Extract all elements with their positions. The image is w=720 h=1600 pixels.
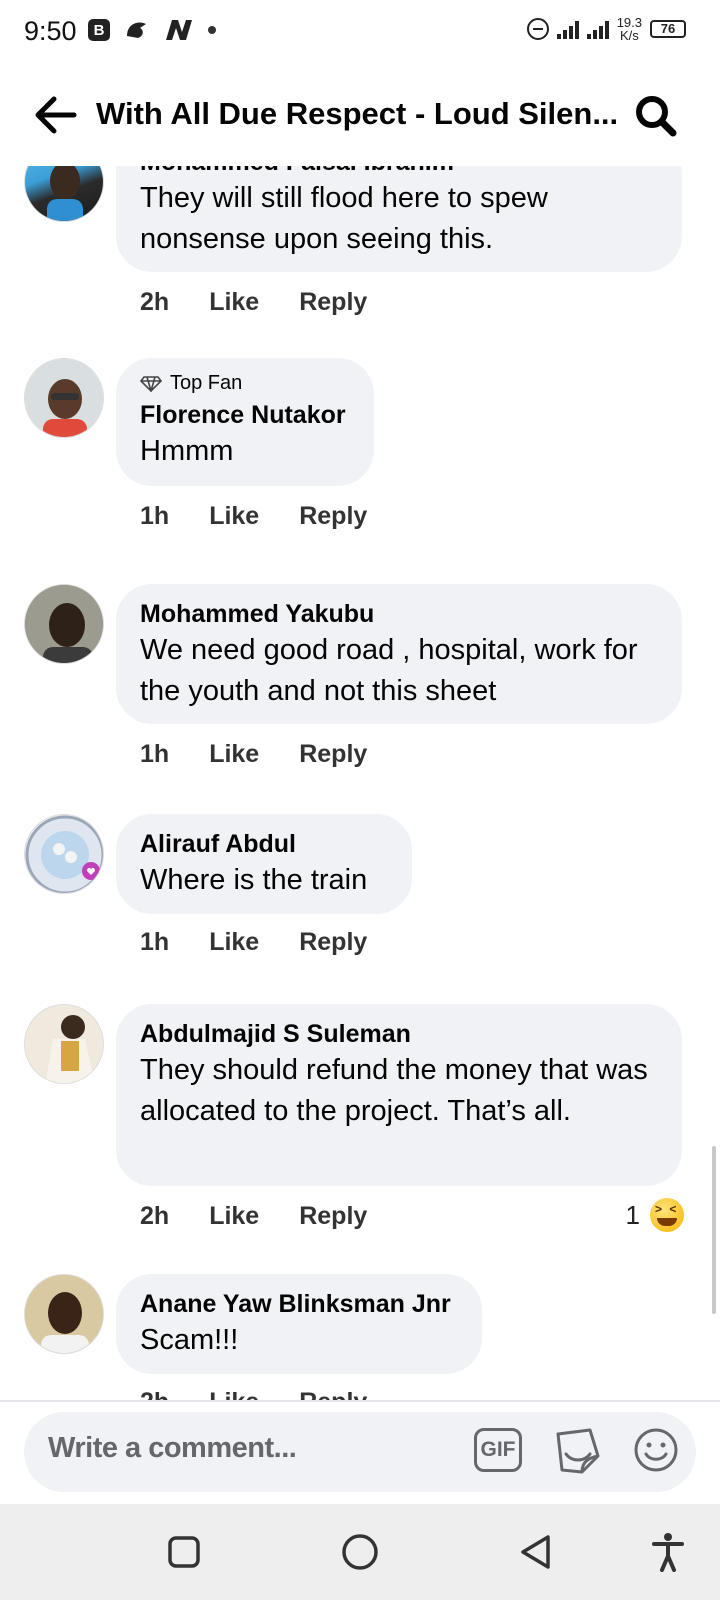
search-icon	[636, 96, 677, 137]
reaction-count: 1	[625, 1199, 640, 1230]
n-app-icon	[166, 20, 192, 40]
comment-actions: 2h Like Reply	[140, 1388, 367, 1400]
smiley-icon	[634, 1428, 678, 1472]
comment-time[interactable]: 2h	[140, 1202, 169, 1231]
comment-actions: 2h Like Reply	[140, 288, 367, 317]
avatar[interactable]	[24, 584, 104, 664]
messenger-icon	[127, 22, 146, 38]
comment-author[interactable]: Mohammed Yakubu	[140, 598, 660, 630]
comment-text: Hmmm	[140, 435, 234, 467]
comment-time[interactable]: 1h	[140, 740, 169, 769]
comment-input[interactable]: Write a comment...	[48, 1432, 297, 1465]
comment-author[interactable]: Alirauf Abdul	[140, 828, 390, 860]
comment-text: We need good road , hospital, work for t…	[140, 634, 638, 707]
avatar[interactable]	[24, 814, 104, 894]
like-button[interactable]: Like	[209, 288, 259, 317]
reaction-summary[interactable]: 1	[626, 1198, 684, 1232]
accessibility-button[interactable]	[648, 1532, 688, 1572]
like-button[interactable]: Like	[209, 740, 259, 769]
avatar[interactable]	[24, 1004, 104, 1084]
reply-button[interactable]: Reply	[299, 928, 367, 957]
reply-button[interactable]: Reply	[299, 1388, 367, 1400]
sticker-button[interactable]	[552, 1426, 602, 1476]
triangle-back-icon	[521, 1535, 550, 1569]
app-badge-icon: B	[88, 19, 110, 41]
back-nav-button[interactable]	[516, 1532, 556, 1572]
app-header: With All Due Respect - Loud Silen...	[0, 66, 720, 166]
signal-icon	[556, 19, 579, 39]
avatar[interactable]	[24, 1274, 104, 1354]
comment-time[interactable]: 2h	[140, 1388, 169, 1400]
back-button[interactable]	[30, 92, 80, 138]
comment-text: They will still flood here to spew nonse…	[140, 182, 548, 255]
haha-emoji-icon	[650, 1198, 684, 1232]
reply-button[interactable]: Reply	[299, 502, 367, 531]
page-title: With All Due Respect - Loud Silen...	[96, 96, 619, 131]
status-bar: 9:50 B 19.3 K/s 76	[0, 0, 720, 66]
diamond-icon	[140, 375, 162, 392]
comment-text: Where is the train	[140, 864, 368, 896]
sticker-icon	[556, 1428, 600, 1474]
signal-3g-icon	[586, 19, 609, 39]
reply-button[interactable]: Reply	[299, 288, 367, 317]
like-button[interactable]: Like	[209, 502, 259, 531]
comment-author[interactable]: Abdulmajid S Suleman	[140, 1018, 660, 1050]
reply-button[interactable]: Reply	[299, 1202, 367, 1231]
comment-bubble[interactable]: Abdulmajid S Suleman They should refund …	[116, 1004, 682, 1186]
battery-icon: 76	[650, 20, 686, 38]
comment-bubble[interactable]: Top Fan Florence Nutakor Hmmm	[116, 358, 374, 486]
comment-actions: 1h Like Reply	[140, 502, 367, 531]
comment-actions: 1h Like Reply	[140, 928, 367, 957]
like-button[interactable]: Like	[209, 1388, 259, 1400]
system-nav-bar	[0, 1504, 720, 1600]
scrollbar[interactable]	[712, 1146, 716, 1314]
comment-text: They should refund the money that was al…	[140, 1054, 648, 1127]
more-notifications-dot	[208, 26, 216, 34]
comment-bubble[interactable]: Mohammed Yakubu We need good road , hosp…	[116, 584, 682, 724]
comment-bubble[interactable]: Alirauf Abdul Where is the train	[116, 814, 412, 914]
status-time: 9:50	[24, 16, 77, 46]
comment-author[interactable]: Mohammed Faisal Ibrahim	[140, 166, 660, 178]
comments-feed[interactable]: Mohammed Faisal Ibrahim They will still …	[0, 166, 720, 1400]
comment-bubble[interactable]: Anane Yaw Blinksman Jnr Scam!!!	[116, 1274, 482, 1374]
comment-bubble[interactable]: Mohammed Faisal Ibrahim They will still …	[116, 166, 682, 272]
comment-text: Scam!!!	[140, 1324, 239, 1356]
status-system-icons: 19.3 K/s 76	[526, 15, 686, 43]
circle-icon	[342, 1534, 378, 1570]
home-button[interactable]	[340, 1532, 380, 1572]
arrow-left-icon	[35, 96, 77, 134]
comment-actions: 2h Like Reply	[140, 1202, 367, 1231]
network-speed: 19.3 K/s	[616, 15, 642, 43]
recents-button[interactable]	[164, 1532, 204, 1572]
status-notification-icons: B	[88, 18, 216, 42]
composer-divider	[0, 1400, 720, 1402]
reply-button[interactable]: Reply	[299, 740, 367, 769]
top-fan-badge: Top Fan	[140, 372, 352, 395]
square-icon	[168, 1536, 200, 1568]
like-button[interactable]: Like	[209, 1202, 259, 1231]
comment-time[interactable]: 2h	[140, 288, 169, 317]
like-button[interactable]: Like	[209, 928, 259, 957]
do-not-disturb-icon	[526, 18, 549, 40]
comment-author[interactable]: Florence Nutakor	[140, 399, 352, 431]
comment-author[interactable]: Anane Yaw Blinksman Jnr	[140, 1288, 460, 1320]
comment-time[interactable]: 1h	[140, 928, 169, 957]
search-button[interactable]	[632, 92, 680, 140]
avatar[interactable]	[24, 166, 104, 222]
accessibility-icon	[652, 1533, 684, 1572]
emoji-button[interactable]	[632, 1426, 680, 1474]
gif-button[interactable]: GIF	[474, 1428, 522, 1472]
avatar[interactable]	[24, 358, 104, 438]
comment-composer[interactable]: Write a comment... GIF	[24, 1412, 696, 1492]
comment-actions: 1h Like Reply	[140, 740, 367, 769]
comment-time[interactable]: 1h	[140, 502, 169, 531]
